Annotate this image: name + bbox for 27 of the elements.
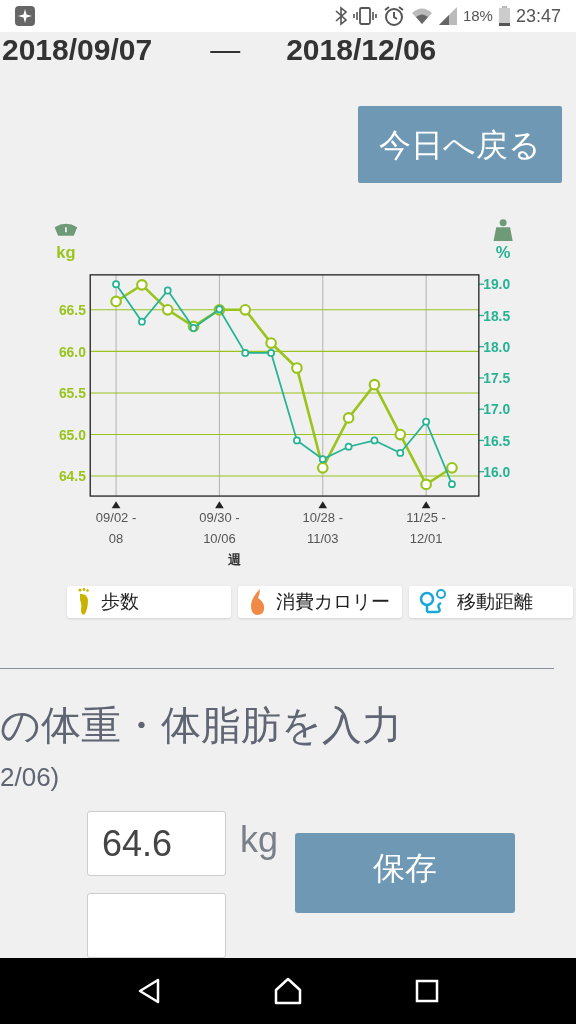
y-tick-label: 66.0	[58, 343, 86, 360]
end-date: 2018/12/06	[286, 32, 437, 68]
x-axis-title: 週	[227, 551, 241, 567]
x-tick-label: 11/25 - 12/01	[406, 510, 446, 546]
start-date: 2018/09/07	[2, 32, 153, 68]
y-tick-label: 65.5	[58, 385, 86, 402]
y-tick-label: 16.0	[483, 463, 511, 480]
y-tick-label: 17.0	[483, 401, 511, 418]
date-separator: —	[210, 32, 241, 68]
x-tick-label: 09/02 - 08	[95, 510, 137, 546]
entry-date: 2/06)	[0, 761, 61, 794]
axis-unit-label: %	[495, 243, 511, 262]
y-tick-label: 18.5	[483, 307, 511, 324]
y-tick-label: 19.0	[483, 276, 511, 293]
unit-label: kg	[240, 818, 279, 862]
x-tick-label: 10/28 - 11/03	[302, 510, 343, 546]
form-heading: の体重・体脂肪を入力	[0, 702, 403, 749]
y-tick-label: 16.5	[483, 432, 511, 449]
y-tick-label: 64.5	[58, 468, 86, 485]
y-tick-label: 18.0	[483, 338, 511, 355]
clock-time: 23:47	[515, 4, 561, 28]
axis-unit-label: kg	[56, 243, 76, 262]
x-tick-label: 09/30 - 10/06	[199, 510, 240, 546]
y-tick-label: 17.5	[483, 370, 511, 387]
y-tick-label: 65.0	[58, 426, 86, 443]
battery-percent: 18%	[462, 5, 493, 26]
y-tick-label: 66.5	[58, 302, 86, 318]
